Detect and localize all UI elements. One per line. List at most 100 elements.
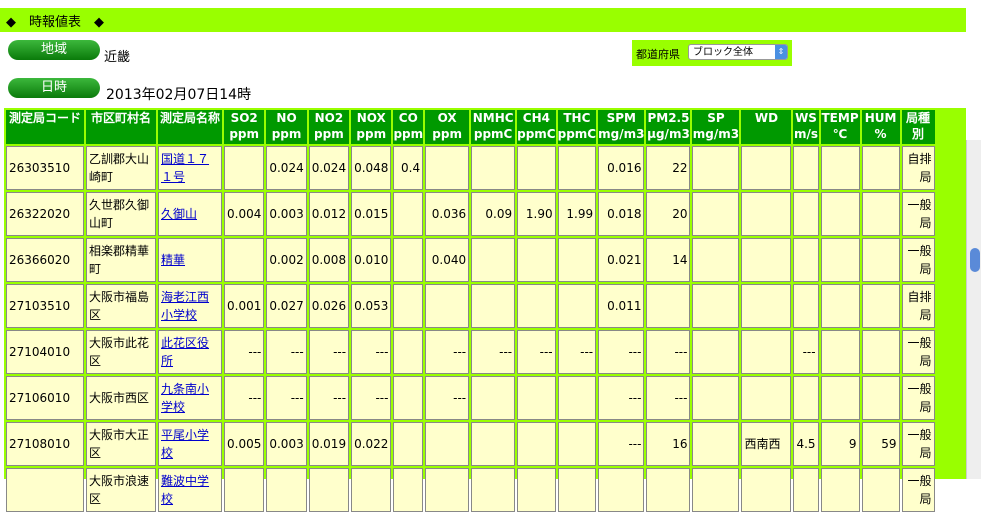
column-header-label: NMHC xyxy=(472,111,514,125)
table-cell: 22 xyxy=(646,146,691,190)
column-header: SPM mg/m3 xyxy=(598,110,645,144)
station-link[interactable]: 海老江西小学校 xyxy=(161,290,209,322)
table-cell xyxy=(692,376,740,420)
table-cell: 0.002 xyxy=(266,238,307,282)
station-link[interactable]: 久御山 xyxy=(161,207,197,221)
table-cell: --- xyxy=(224,330,265,374)
column-header-label: SPM xyxy=(606,111,636,125)
table-cell xyxy=(692,192,740,236)
table-cell xyxy=(741,238,792,282)
column-header-label: WD xyxy=(754,111,779,125)
table-cell xyxy=(425,468,470,512)
prefecture-label: 都道府県 xyxy=(636,48,680,61)
table-cell xyxy=(6,468,84,512)
table-cell[interactable]: 九条南小学校 xyxy=(158,376,222,420)
table-cell: 0.003 xyxy=(266,192,307,236)
table-cell xyxy=(393,330,424,374)
table-cell: 0.008 xyxy=(308,238,350,282)
table-cell xyxy=(471,284,516,328)
column-header-label: HUM xyxy=(864,111,897,125)
column-header-unit: mg/m3 xyxy=(598,127,645,141)
table-cell: 0.015 xyxy=(351,192,392,236)
table-cell[interactable]: 国道１７１号 xyxy=(158,146,222,190)
column-header: 市区町村名 xyxy=(86,110,156,144)
table-cell: 1.99 xyxy=(557,192,597,236)
table-cell xyxy=(861,468,900,512)
column-header: CH4 ppmC xyxy=(517,110,556,144)
table-cell: 27108010 xyxy=(6,422,84,466)
region-button[interactable]: 地域 xyxy=(8,40,100,60)
table-cell: 大阪市福島区 xyxy=(86,284,156,328)
table-cell xyxy=(393,422,424,466)
column-header-label: NOX xyxy=(356,111,386,125)
table-cell xyxy=(741,284,792,328)
column-header-unit: ppm xyxy=(432,127,462,141)
table-cell: 0.019 xyxy=(308,422,350,466)
table-cell xyxy=(646,284,691,328)
table-cell: 一般局 xyxy=(901,376,935,420)
column-header-label: PM2.5 xyxy=(647,111,690,125)
column-header-label: 局種別 xyxy=(906,111,931,141)
column-header-unit: mg/m3 xyxy=(692,127,740,141)
table-cell: 1.90 xyxy=(517,192,556,236)
table-cell xyxy=(861,330,900,374)
prefecture-select-value: ブロック全体 xyxy=(693,47,753,58)
prefecture-select[interactable]: ブロック全体 ⇕ xyxy=(688,44,788,60)
table-cell: 59 xyxy=(861,422,900,466)
table-cell: --- xyxy=(598,422,645,466)
table-cell xyxy=(517,468,556,512)
table-cell: 27106010 xyxy=(6,376,84,420)
vertical-scrollbar[interactable] xyxy=(966,140,981,479)
data-table: 測定局コード 市区町村名 測定局名称 SO2 ppm NO ppm NO2 ppm NOX ppm C… xyxy=(4,108,937,514)
table-cell xyxy=(793,146,819,190)
table-cell[interactable]: 此花区役所 xyxy=(158,330,222,374)
table-cell: 0.010 xyxy=(351,238,392,282)
table-cell xyxy=(820,468,860,512)
table-cell: 0.018 xyxy=(598,192,645,236)
table-cell[interactable]: 精華 xyxy=(158,238,222,282)
table-cell xyxy=(646,468,691,512)
table-cell xyxy=(517,284,556,328)
table-cell xyxy=(861,376,900,420)
table-cell xyxy=(224,146,265,190)
table-cell xyxy=(471,146,516,190)
column-header: HUM% xyxy=(861,110,900,144)
table-cell: 自排局 xyxy=(901,284,935,328)
scrollbar-thumb[interactable] xyxy=(970,248,980,272)
station-link[interactable]: 九条南小学校 xyxy=(161,382,209,414)
table-cell xyxy=(692,468,740,512)
table-cell: --- xyxy=(425,376,470,420)
column-header: NO2 ppm xyxy=(308,110,350,144)
table-cell[interactable]: 難波中学校 xyxy=(158,468,222,512)
table-cell xyxy=(741,146,792,190)
column-header-unit: ppmC xyxy=(517,127,556,141)
datetime-button[interactable]: 日時 xyxy=(8,78,100,98)
column-header: WS m/s xyxy=(793,110,819,144)
table-cell: --- xyxy=(646,330,691,374)
table-cell xyxy=(517,146,556,190)
station-link[interactable]: 国道１７１号 xyxy=(161,152,209,184)
table-cell[interactable]: 久御山 xyxy=(158,192,222,236)
station-link[interactable]: 精華 xyxy=(161,253,185,267)
station-link[interactable]: 平尾小学校 xyxy=(161,428,209,460)
table-cell xyxy=(861,238,900,282)
table-cell: 0.027 xyxy=(266,284,307,328)
column-header-unit: ppmC xyxy=(557,127,597,141)
table-cell xyxy=(820,192,860,236)
table-cell: --- xyxy=(308,330,350,374)
table-cell: 14 xyxy=(646,238,691,282)
table-cell: 大阪市大正区 xyxy=(86,422,156,466)
table-cell xyxy=(793,376,819,420)
column-header: TEMP ℃ xyxy=(820,110,860,144)
table-cell xyxy=(517,238,556,282)
table-cell xyxy=(393,192,424,236)
table-cell[interactable]: 海老江西小学校 xyxy=(158,284,222,328)
table-cell xyxy=(861,192,900,236)
table-cell: 西南西 xyxy=(741,422,792,466)
table-cell: 0.005 xyxy=(224,422,265,466)
station-link[interactable]: 此花区役所 xyxy=(161,336,209,368)
table-cell: --- xyxy=(351,376,392,420)
table-cell: 相楽郡精華町 xyxy=(86,238,156,282)
table-cell: --- xyxy=(598,376,645,420)
table-cell[interactable]: 平尾小学校 xyxy=(158,422,222,466)
